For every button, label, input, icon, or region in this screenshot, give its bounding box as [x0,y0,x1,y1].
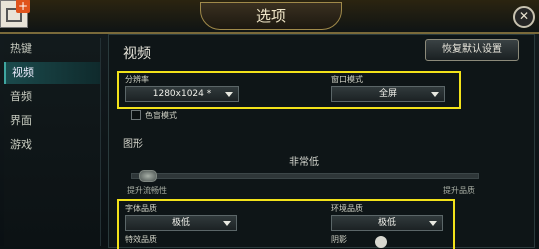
resolution-label: 分辨率 [125,75,149,84]
window-mode-value: 全屏 [378,89,397,99]
title-bar: + 选项 ✕ [0,0,539,34]
sidebar: 热键 视频 音频 界面 游戏 [4,38,101,246]
video-settings-panel: 视频 恢复默认设置 分辨率 1280x1024 * 窗口模式 全屏 色盲模式 图… [108,34,535,249]
reset-defaults-button[interactable]: 恢复默认设置 [425,39,519,61]
character-quality-value: 极低 [171,218,190,228]
options-window: + 选项 ✕ 热键 视频 音频 界面 游戏 视频 恢复默认设置 分辨率 1280… [0,0,539,249]
resolution-value: 1280x1024 * [152,89,212,99]
environment-quality-dropdown[interactable]: 极低 [331,215,443,231]
chevron-down-icon [431,92,439,97]
quality-slider[interactable] [131,173,479,179]
character-quality-label: 字体品质 [125,204,157,213]
close-icon[interactable]: ✕ [513,6,535,28]
sidebar-item-audio[interactable]: 音频 [4,86,100,108]
chevron-down-icon [429,221,437,226]
environment-quality-label: 环境品质 [331,204,363,213]
resolution-dropdown[interactable]: 1280x1024 * [125,86,239,102]
environment-quality-value: 极低 [377,218,396,228]
app-logo-icon: + [0,0,30,28]
page-title: 视频 [123,46,151,62]
sidebar-item-game[interactable]: 游戏 [4,134,100,156]
sidebar-item-label: 音频 [10,90,32,103]
overall-quality-value: 非常低 [289,157,319,168]
window-mode-label: 窗口模式 [331,75,363,84]
sidebar-item-video[interactable]: 视频 [4,62,100,84]
sidebar-item-hotkeys[interactable]: 热键 [4,38,100,60]
character-quality-dropdown[interactable]: 极低 [125,215,237,231]
scroll-handle[interactable] [375,236,387,248]
chevron-down-icon [223,221,231,226]
sidebar-item-label: 界面 [10,114,32,127]
quality-slider-handle[interactable] [139,170,157,182]
chevron-down-icon [225,92,233,97]
sidebar-item-label: 游戏 [10,138,32,151]
window-mode-dropdown[interactable]: 全屏 [331,86,445,102]
window-title: 选项 [200,2,342,30]
effects-quality-label: 特效品质 [125,235,157,244]
colorblind-label: 色盲模式 [145,111,177,120]
graphics-section-title: 图形 [123,139,143,150]
sidebar-item-interface[interactable]: 界面 [4,110,100,132]
shadows-label: 阴影 [331,235,347,244]
slider-left-label: 提升流畅性 [127,186,167,195]
colorblind-checkbox[interactable] [131,110,141,120]
sidebar-item-label: 视频 [12,66,34,79]
sidebar-item-label: 热键 [10,42,32,55]
slider-right-label: 提升品质 [443,186,475,195]
